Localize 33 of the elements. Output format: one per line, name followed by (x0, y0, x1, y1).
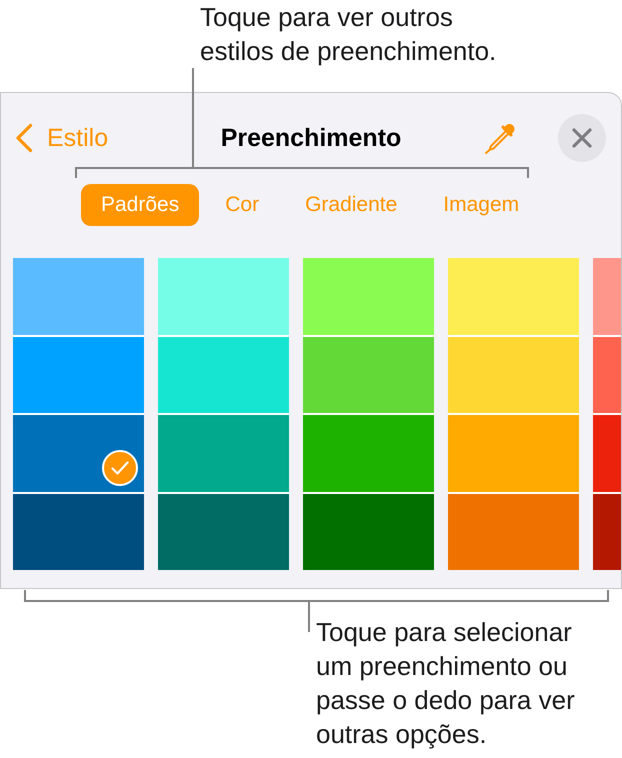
color-swatch[interactable] (13, 415, 144, 492)
color-swatch[interactable] (448, 258, 579, 334)
color-swatch[interactable] (593, 494, 621, 570)
eyedropper-icon[interactable] (483, 121, 517, 155)
close-button[interactable] (558, 114, 606, 162)
chevron-left-icon (15, 123, 33, 153)
color-swatch[interactable] (13, 258, 144, 334)
color-swatch[interactable] (158, 258, 289, 334)
color-swatch[interactable] (448, 336, 579, 413)
checkmark-icon (102, 450, 138, 486)
color-swatch[interactable] (303, 415, 434, 492)
color-swatch[interactable] (593, 258, 621, 334)
color-swatch[interactable] (448, 415, 579, 492)
tab[interactable]: Imagem (423, 184, 540, 226)
color-swatch[interactable] (158, 415, 289, 492)
color-swatch[interactable] (158, 494, 289, 570)
color-swatch[interactable] (13, 336, 144, 413)
tab[interactable]: Cor (205, 184, 280, 226)
color-swatch[interactable] (13, 494, 144, 570)
close-icon (572, 128, 592, 148)
color-swatch[interactable] (593, 415, 621, 492)
tab[interactable]: Padrões (81, 184, 200, 226)
tab[interactable]: Gradiente (285, 184, 418, 226)
callout-text: Toque para selecionar um preenchimento ou passe o dedo para ver outras opções. (316, 616, 576, 751)
color-swatch[interactable] (593, 336, 621, 413)
color-swatch[interactable] (303, 258, 434, 334)
color-swatch[interactable] (448, 494, 579, 570)
color-swatch[interactable] (158, 336, 289, 413)
back-button[interactable]: Estilo (1, 123, 108, 153)
color-swatch[interactable] (303, 494, 434, 570)
callout-text: Toque para ver outros estilos de preenchimento. (200, 1, 498, 68)
panel-title: Preenchimento (220, 123, 402, 153)
color-swatch[interactable] (303, 336, 434, 413)
